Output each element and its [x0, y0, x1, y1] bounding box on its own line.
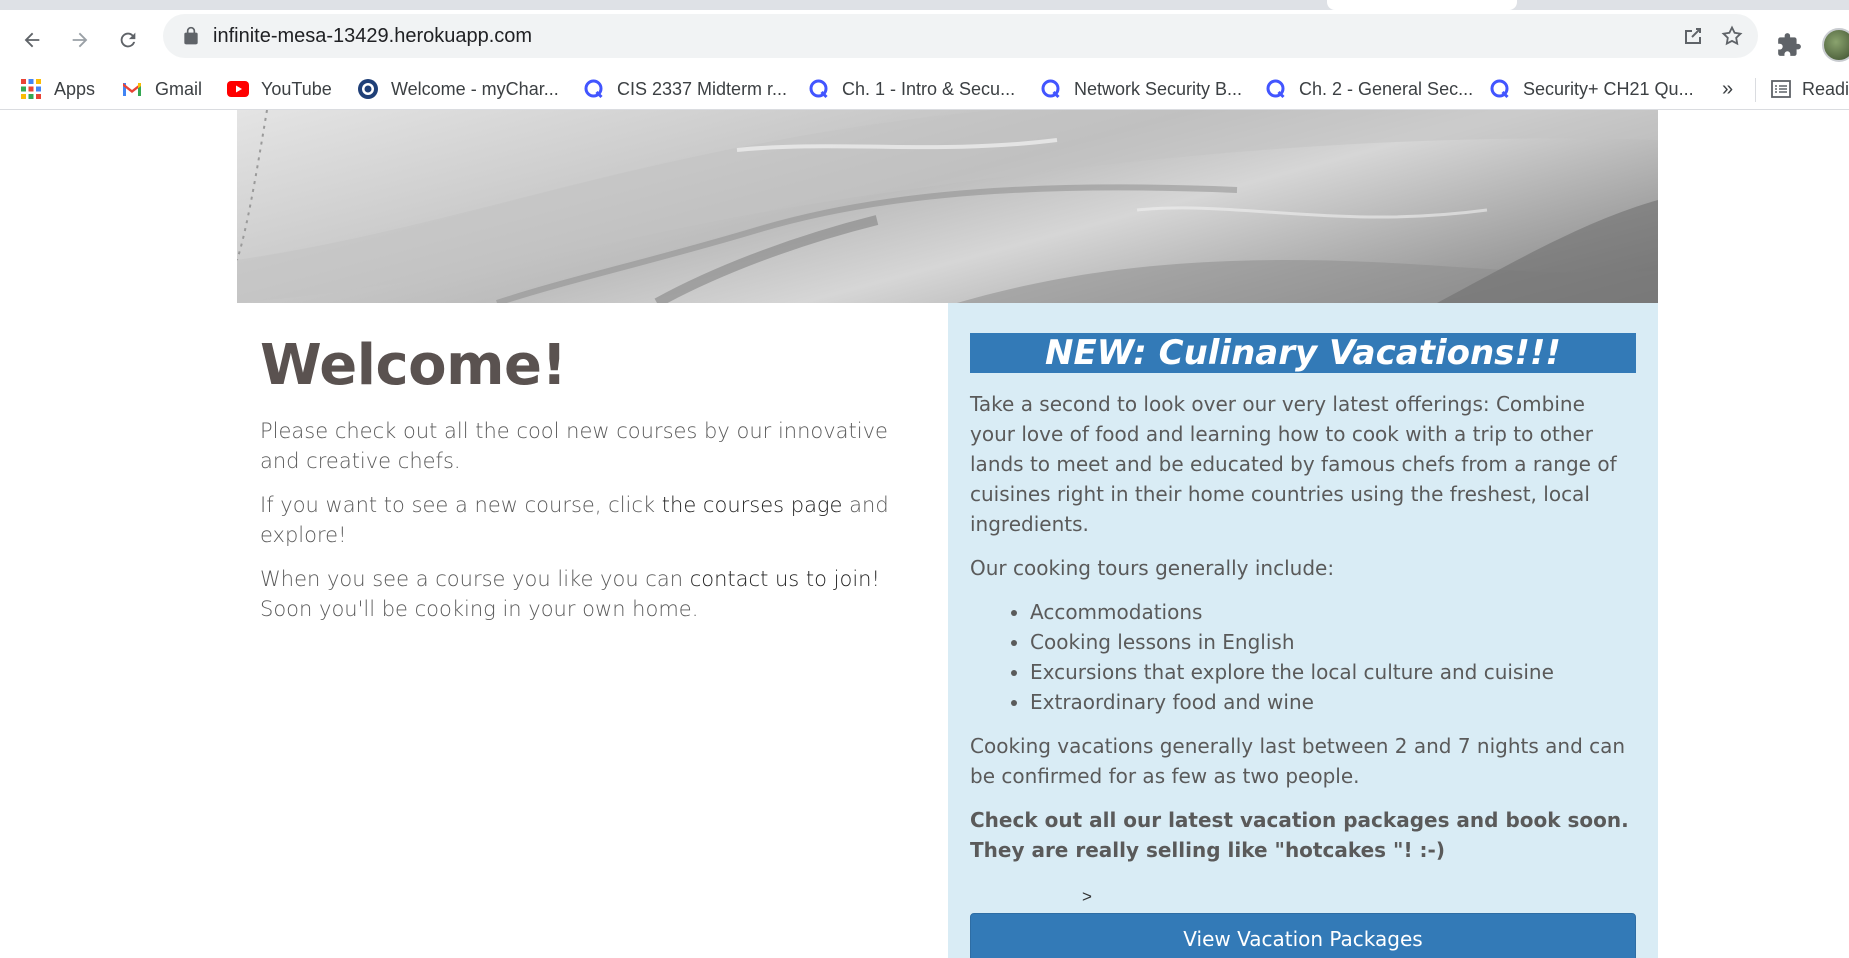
bookmark-gmail[interactable]: Gmail [121, 75, 202, 103]
browser-toolbar: infinite-mesa-13429.herokuapp.com [0, 10, 1849, 68]
paragraph-text: Soon you'll be cooking in your own home. [260, 597, 699, 621]
reading-list-button[interactable]: Readi [1770, 75, 1849, 103]
address-bar[interactable]: infinite-mesa-13429.herokuapp.com [163, 14, 1758, 58]
bookmark-youtube[interactable]: YouTube [227, 75, 332, 103]
paragraph-text: If you want to see a new course, click [260, 493, 662, 517]
reload-button[interactable] [110, 22, 146, 58]
bookmark-cis-2337[interactable]: CIS 2337 Midterm r... [583, 75, 787, 103]
promo-intro: Take a second to look over our very late… [970, 392, 1617, 536]
bookmark-label: Welcome - myChar... [391, 78, 559, 99]
back-arrow-icon [24, 32, 40, 48]
quizlet-icon [1041, 79, 1060, 99]
apps-grid-icon [21, 79, 41, 99]
bookmark-label: Security+ CH21 Qu... [1523, 78, 1694, 99]
bookmark-label: Network Security B... [1074, 78, 1243, 99]
quizlet-icon [1490, 79, 1509, 99]
duration-text: Cooking vacations generally last between… [970, 734, 1626, 788]
bookmark-label: Ch. 2 - General Sec... [1299, 78, 1474, 99]
list-item: Cooking lessons in English [1030, 627, 1636, 657]
courses-page-link[interactable]: the courses page [662, 493, 843, 517]
tab-strip [0, 0, 1849, 10]
more-bookmarks-button[interactable]: » [1722, 78, 1733, 101]
gmail-icon [123, 83, 141, 96]
extensions-puzzle-icon[interactable] [1776, 32, 1802, 58]
reload-icon [120, 32, 136, 48]
bookmark-security-plus[interactable]: Security+ CH21 Qu... [1489, 75, 1694, 103]
bookmark-label: Ch. 1 - Intro & Secu... [842, 78, 1016, 99]
bookmark-ch2[interactable]: Ch. 2 - General Sec... [1265, 75, 1473, 103]
paragraph-text: When you see a course you like you can [260, 567, 690, 591]
welcome-paragraph-1: Please check out all the cool new course… [260, 419, 888, 473]
bookmark-apps[interactable]: Apps [20, 75, 95, 103]
bookmarks-divider [1755, 78, 1756, 102]
back-button[interactable] [14, 22, 50, 58]
welcome-paragraph-2: If you want to see a new course, click t… [260, 490, 905, 550]
tour-features-list: Accommodations Cooking lessons in Englis… [970, 597, 1636, 717]
contact-link[interactable]: contact us to join! [690, 567, 880, 591]
bookmark-mychart[interactable]: Welcome - myChar... [357, 75, 559, 103]
forward-arrow-icon [72, 32, 88, 48]
page-content: Welcome! Please check out all the cool n… [237, 110, 1658, 958]
welcome-paragraph-3: When you see a course you like you can c… [260, 564, 905, 624]
profile-avatar[interactable] [1822, 28, 1849, 62]
bookmark-label: Apps [54, 78, 96, 99]
active-tab[interactable] [1327, 0, 1517, 10]
reading-list-icon [1771, 80, 1791, 98]
promo-callout: Check out all our latest vacation packag… [970, 808, 1629, 862]
list-item: Extraordinary food and wine [1030, 687, 1636, 717]
stray-character: > [1082, 887, 1092, 906]
bookmark-label: YouTube [261, 78, 332, 99]
welcome-heading: Welcome! [260, 333, 567, 398]
quizlet-icon [1266, 79, 1285, 99]
snow-texture-graphic [237, 110, 1658, 303]
mychart-icon [358, 79, 378, 99]
list-item: Excursions that explore the local cultur… [1030, 657, 1636, 687]
culinary-vacations-panel: NEW: Culinary Vacations!!! Take a second… [948, 303, 1658, 958]
bookmark-network-security[interactable]: Network Security B... [1040, 75, 1242, 103]
quizlet-icon [584, 79, 603, 99]
bookmark-star-icon[interactable] [1720, 24, 1744, 48]
hero-banner-image [237, 110, 1658, 303]
bookmarks-bar: Apps Gmail YouTube Welcome - myChar... C… [0, 68, 1849, 110]
list-item: Accommodations [1030, 597, 1636, 627]
welcome-section: Welcome! Please check out all the cool n… [260, 303, 905, 624]
quizlet-icon [809, 79, 828, 99]
share-icon[interactable] [1681, 24, 1705, 48]
reading-list-label: Readi [1802, 78, 1849, 99]
bookmark-label: Gmail [155, 78, 203, 99]
bookmark-label: CIS 2337 Midterm r... [617, 78, 788, 99]
view-vacation-packages-button[interactable]: View Vacation Packages [970, 913, 1636, 958]
bookmark-ch1[interactable]: Ch. 1 - Intro & Secu... [808, 75, 1015, 103]
lock-icon[interactable] [181, 26, 201, 46]
tours-intro: Our cooking tours generally include: [970, 556, 1335, 580]
promo-heading: NEW: Culinary Vacations!!! [970, 333, 1636, 373]
forward-button[interactable] [62, 22, 98, 58]
url-text[interactable]: infinite-mesa-13429.herokuapp.com [213, 25, 532, 48]
youtube-icon [227, 81, 249, 97]
